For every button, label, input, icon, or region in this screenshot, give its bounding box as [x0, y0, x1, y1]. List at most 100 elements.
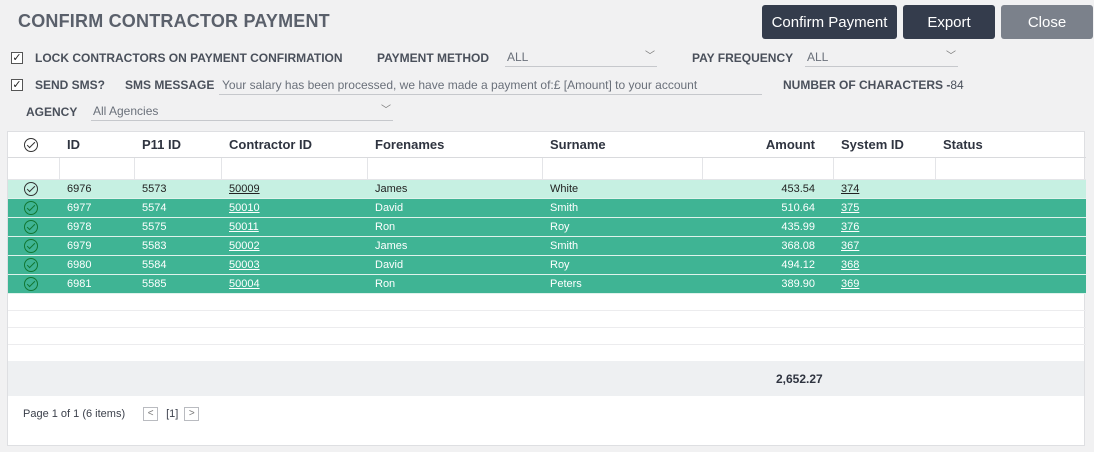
- chevron-down-icon: ﹀: [946, 51, 956, 62]
- sms-message-input[interactable]: Your salary has been processed, we have …: [219, 77, 762, 95]
- character-count: NUMBER OF CHARACTERS -84: [783, 78, 964, 92]
- cell-system-id-link[interactable]: 369: [841, 278, 859, 290]
- row-select-checkbox[interactable]: [8, 255, 59, 275]
- column-header-forenames[interactable]: Forenames: [367, 132, 542, 158]
- cell-system-id[interactable]: 367: [833, 236, 935, 256]
- send-sms-label: SEND SMS?: [35, 78, 106, 92]
- cell-contractor-id[interactable]: 50002: [221, 236, 367, 256]
- table-row[interactable]: 6981 5585 50004 Ron Peters 389.90 369: [8, 274, 1086, 294]
- column-header-surname[interactable]: Surname: [542, 132, 702, 158]
- filter-system-id-input[interactable]: [833, 157, 936, 180]
- table-row[interactable]: 6976 5573 50009 James White 453.54 374: [8, 179, 1086, 199]
- row-select-checkbox[interactable]: [8, 217, 59, 237]
- cell-contractor-id-link[interactable]: 50003: [229, 259, 260, 271]
- pager: Page 1 of 1 (6 items) < [1] >: [23, 407, 200, 421]
- cell-surname: Roy: [542, 217, 702, 237]
- cell-forename: James: [367, 179, 542, 199]
- chevron-down-icon: ﹀: [645, 51, 655, 62]
- cell-id: 6976: [59, 179, 134, 199]
- row-select-checkbox[interactable]: [8, 198, 59, 218]
- cell-system-id[interactable]: 374: [833, 179, 935, 199]
- current-page-number[interactable]: [1]: [166, 408, 178, 420]
- check-circle-icon: [24, 138, 38, 153]
- confirm-payment-button[interactable]: Confirm Payment: [762, 5, 897, 39]
- check-circle-icon: [24, 257, 38, 272]
- cell-system-id-link[interactable]: 375: [841, 202, 859, 214]
- table-row[interactable]: 6980 5584 50003 David Roy 494.12 368: [8, 255, 1086, 275]
- lock-contractors-label: LOCK CONTRACTORS ON PAYMENT CONFIRMATION: [35, 51, 343, 65]
- cell-contractor-id-link[interactable]: 50004: [229, 278, 260, 290]
- pay-frequency-value: ALL: [807, 50, 829, 64]
- cell-system-id[interactable]: 375: [833, 198, 935, 218]
- chevron-down-icon: ﹀: [381, 105, 391, 116]
- table-row[interactable]: 6979 5583 50002 James Smith 368.08 367: [8, 236, 1086, 256]
- cell-contractor-id-link[interactable]: 50011: [229, 221, 259, 233]
- cell-system-id[interactable]: 368: [833, 255, 935, 275]
- next-page-button[interactable]: >: [184, 407, 200, 421]
- pay-frequency-dropdown[interactable]: ALL ﹀: [805, 49, 958, 67]
- filter-status-input[interactable]: [935, 157, 1086, 180]
- cell-p11-id: 5583: [134, 236, 221, 256]
- cell-amount: 510.64: [702, 198, 833, 218]
- cell-contractor-id[interactable]: 50010: [221, 198, 367, 218]
- filter-surname-input[interactable]: [542, 157, 703, 180]
- character-count-value: 84: [950, 78, 964, 92]
- cell-contractor-id-link[interactable]: 50002: [229, 240, 260, 252]
- table-row[interactable]: 6977 5574 50010 David Smith 510.64 375: [8, 198, 1086, 218]
- payment-method-dropdown[interactable]: ALL ﹀: [505, 49, 657, 67]
- send-sms-checkbox[interactable]: ✓: [11, 79, 23, 91]
- column-header-status[interactable]: Status: [935, 132, 1086, 158]
- check-circle-icon: [24, 238, 38, 253]
- cell-system-id-link[interactable]: 374: [841, 183, 859, 195]
- column-header-p11-id[interactable]: P11 ID: [134, 132, 221, 158]
- cell-contractor-id-link[interactable]: 50010: [229, 202, 260, 214]
- cell-contractor-id-link[interactable]: 50009: [229, 183, 260, 195]
- row-select-checkbox[interactable]: [8, 179, 59, 199]
- filter-amount-input[interactable]: [702, 157, 834, 180]
- agency-dropdown[interactable]: All Agencies ﹀: [91, 103, 393, 121]
- column-header-contractor-id[interactable]: Contractor ID: [221, 132, 367, 158]
- payment-table: ID P11 ID Contractor ID Forenames Surnam…: [8, 132, 1086, 345]
- lock-contractors-checkbox[interactable]: ✓: [11, 52, 23, 64]
- cell-contractor-id[interactable]: 50011: [221, 217, 367, 237]
- table-row[interactable]: 6978 5575 50011 Ron Roy 435.99 376: [8, 217, 1086, 237]
- cell-p11-id: 5574: [134, 198, 221, 218]
- cell-system-id[interactable]: 369: [833, 274, 935, 294]
- cell-system-id[interactable]: 376: [833, 217, 935, 237]
- close-button[interactable]: Close: [1001, 5, 1093, 39]
- cell-id: 6979: [59, 236, 134, 256]
- cell-id: 6978: [59, 217, 134, 237]
- select-all-checkbox[interactable]: [8, 132, 59, 158]
- filter-id-input[interactable]: [59, 157, 135, 180]
- cell-forename: Ron: [367, 274, 542, 294]
- cell-system-id-link[interactable]: 376: [841, 221, 859, 233]
- cell-status: [935, 198, 1086, 218]
- header-row: ID P11 ID Contractor ID Forenames Surnam…: [8, 132, 1086, 158]
- payment-grid: ID P11 ID Contractor ID Forenames Surnam…: [7, 131, 1086, 446]
- cell-p11-id: 5584: [134, 255, 221, 275]
- check-circle-icon: [24, 276, 38, 291]
- check-circle-icon: [24, 219, 38, 234]
- row-select-checkbox[interactable]: [8, 274, 59, 294]
- export-button[interactable]: Export: [903, 5, 995, 39]
- cell-contractor-id[interactable]: 50009: [221, 179, 367, 199]
- cell-amount: 453.54: [702, 179, 833, 199]
- column-header-amount[interactable]: Amount: [702, 132, 833, 158]
- agency-label: AGENCY: [26, 105, 78, 119]
- cell-system-id-link[interactable]: 368: [841, 259, 859, 271]
- previous-page-button[interactable]: <: [143, 407, 159, 421]
- filter-p11-id-input[interactable]: [134, 157, 222, 180]
- cell-surname: Peters: [542, 274, 702, 294]
- empty-row: [8, 310, 1086, 328]
- filter-contractor-id-input[interactable]: [221, 157, 368, 180]
- row-select-checkbox[interactable]: [8, 236, 59, 256]
- filter-forenames-input[interactable]: [367, 157, 543, 180]
- column-header-id[interactable]: ID: [59, 132, 134, 158]
- cell-status: [935, 217, 1086, 237]
- cell-system-id-link[interactable]: 367: [841, 240, 859, 252]
- column-header-system-id[interactable]: System ID: [833, 132, 935, 158]
- payment-method-label: PAYMENT METHOD: [377, 51, 490, 65]
- cell-contractor-id[interactable]: 50004: [221, 274, 367, 294]
- cell-amount: 389.90: [702, 274, 833, 294]
- cell-contractor-id[interactable]: 50003: [221, 255, 367, 275]
